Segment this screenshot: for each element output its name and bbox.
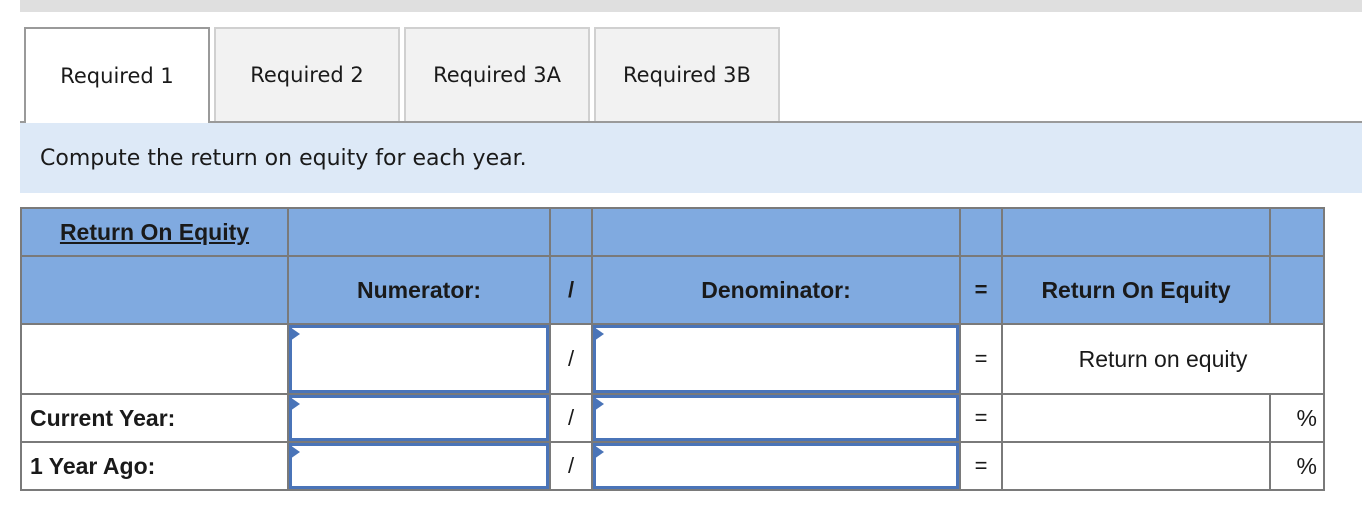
equals-header: = bbox=[959, 255, 1003, 325]
tab-label: Required 3A bbox=[433, 63, 561, 87]
tab-required-1[interactable]: Required 1 bbox=[24, 27, 210, 123]
denominator-cell bbox=[591, 393, 961, 443]
row-label-1-year-ago: 1 Year Ago: bbox=[20, 441, 289, 491]
return-on-equity-table: Return On Equity Numerator: / Denominato… bbox=[20, 207, 1325, 491]
row-label-current-year: Current Year: bbox=[20, 393, 289, 443]
denominator-cell bbox=[591, 323, 961, 395]
instructions-text: Compute the return on equity for each ye… bbox=[40, 145, 527, 171]
header-blank bbox=[1269, 207, 1325, 257]
equals-sign: = bbox=[959, 393, 1003, 443]
tab-bar: Required 1 Required 2 Required 3A Requir… bbox=[20, 27, 1362, 123]
header-blank bbox=[591, 207, 961, 257]
dropdown-marker-icon bbox=[594, 445, 604, 459]
numerator-input[interactable] bbox=[289, 325, 549, 393]
divide-header: / bbox=[549, 255, 593, 325]
divide-sign: / bbox=[549, 441, 593, 491]
numerator-input[interactable] bbox=[289, 395, 549, 441]
tab-label: Required 3B bbox=[623, 63, 751, 87]
equals-sign: = bbox=[959, 441, 1003, 491]
result-input[interactable] bbox=[1003, 443, 1269, 489]
numerator-cell bbox=[287, 323, 551, 395]
dropdown-marker-icon bbox=[594, 327, 604, 341]
column-header-row: Numerator: / Denominator: = Return On Eq… bbox=[20, 255, 1325, 325]
denominator-input[interactable] bbox=[593, 443, 959, 489]
divide-sign: / bbox=[549, 393, 593, 443]
percent-sign: % bbox=[1269, 393, 1325, 443]
tab-label: Required 2 bbox=[250, 63, 364, 87]
header-blank bbox=[1001, 207, 1271, 257]
dropdown-marker-icon bbox=[594, 397, 604, 411]
dropdown-marker-icon bbox=[290, 327, 300, 341]
result-header: Return On Equity bbox=[1001, 255, 1271, 325]
tab-required-2[interactable]: Required 2 bbox=[214, 27, 400, 121]
row-label bbox=[20, 323, 289, 395]
table-row: / = Return on equity bbox=[20, 323, 1325, 395]
numerator-header: Numerator: bbox=[287, 255, 551, 325]
tab-label: Required 1 bbox=[60, 64, 174, 88]
tab-required-3a[interactable]: Required 3A bbox=[404, 27, 590, 121]
header-blank bbox=[20, 255, 289, 325]
percent-sign: % bbox=[1269, 441, 1325, 491]
table-title-cell: Return On Equity bbox=[20, 207, 289, 257]
dropdown-marker-icon bbox=[290, 445, 300, 459]
header-blank bbox=[959, 207, 1003, 257]
result-label: Return on equity bbox=[1001, 323, 1325, 395]
equals-sign: = bbox=[959, 323, 1003, 395]
tab-required-3b[interactable]: Required 3B bbox=[594, 27, 780, 121]
result-input[interactable] bbox=[1003, 395, 1269, 441]
table-title-row: Return On Equity bbox=[20, 207, 1325, 257]
table-row: 1 Year Ago: / = % bbox=[20, 441, 1325, 491]
denominator-input[interactable] bbox=[593, 395, 959, 441]
divide-sign: / bbox=[549, 323, 593, 395]
numerator-cell bbox=[287, 393, 551, 443]
top-bar bbox=[20, 0, 1362, 12]
denominator-header: Denominator: bbox=[591, 255, 961, 325]
denominator-cell bbox=[591, 441, 961, 491]
denominator-input[interactable] bbox=[593, 325, 959, 393]
numerator-cell bbox=[287, 441, 551, 491]
header-blank bbox=[549, 207, 593, 257]
header-blank bbox=[287, 207, 551, 257]
header-blank bbox=[1269, 255, 1325, 325]
instructions-band: Compute the return on equity for each ye… bbox=[20, 123, 1362, 193]
result-cell bbox=[1001, 441, 1271, 491]
dropdown-marker-icon bbox=[290, 397, 300, 411]
numerator-input[interactable] bbox=[289, 443, 549, 489]
table-title: Return On Equity bbox=[59, 218, 250, 245]
result-cell bbox=[1001, 393, 1271, 443]
table-row: Current Year: / = % bbox=[20, 393, 1325, 443]
